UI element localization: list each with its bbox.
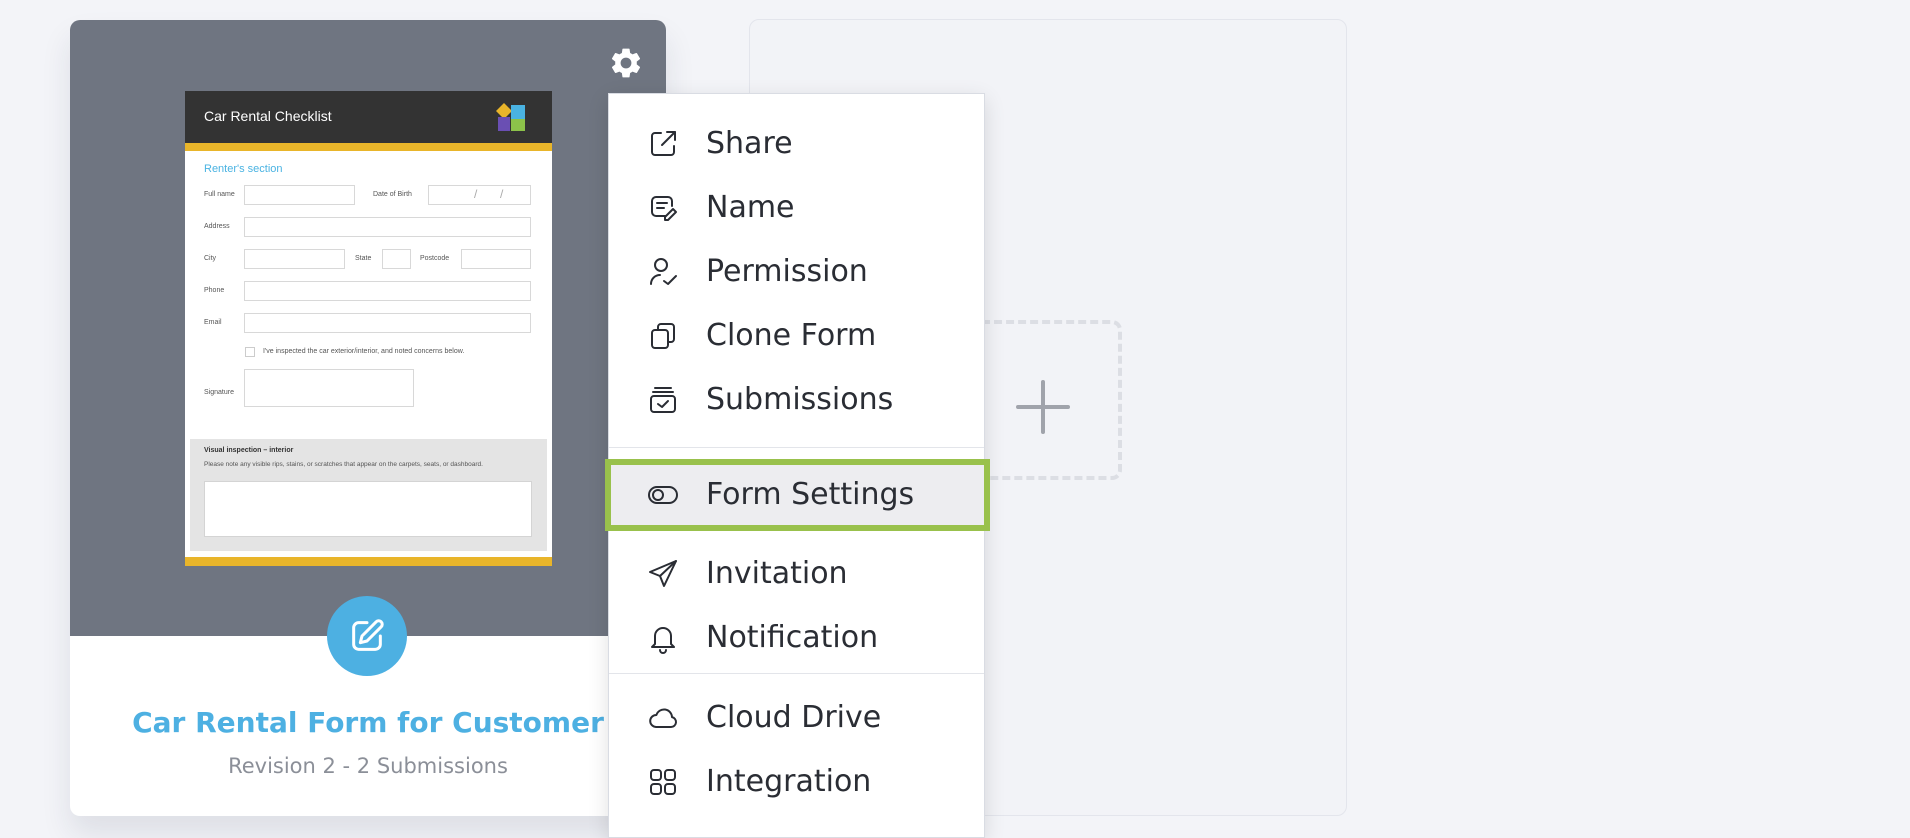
menu-item-label: Submissions xyxy=(706,382,894,417)
preview-label-postcode: Postcode xyxy=(420,255,450,262)
preview-row-address: Address xyxy=(185,209,552,241)
plus-icon[interactable] xyxy=(1016,380,1070,434)
preview-visual-inspection: Visual inspection – interior Please note… xyxy=(190,439,547,551)
preview-title: Car Rental Checklist xyxy=(204,108,332,124)
form-card-preview-area: Car Rental Checklist Renter's section Fu… xyxy=(70,20,666,636)
preview-section-title: Renter's section xyxy=(204,163,283,175)
preview-checkbox xyxy=(245,347,255,357)
menu-item-share[interactable]: Share xyxy=(609,112,984,176)
preview-label-phone: Phone xyxy=(204,287,225,294)
preview-label-signature: Signature xyxy=(204,389,234,396)
copy-icon xyxy=(651,323,675,349)
menu-item-cloud-drive[interactable]: Cloud Drive xyxy=(609,686,984,750)
menu-item-label: Cloud Drive xyxy=(706,700,882,735)
menu-item-label: Permission xyxy=(706,254,868,289)
preview-field-phone xyxy=(244,281,531,301)
form-preview-thumbnail[interactable]: Car Rental Checklist Renter's section Fu… xyxy=(185,91,552,566)
preview-logo-icon xyxy=(496,103,525,131)
preview-field-city xyxy=(244,249,345,269)
preview-label-address: Address xyxy=(204,223,230,230)
form-revision-info: Revision 2 - 2 Submissions xyxy=(228,754,508,778)
menu-item-label: Form Settings xyxy=(706,477,915,512)
edit-form-button[interactable] xyxy=(327,596,407,676)
form-card[interactable]: Car Rental Checklist Renter's section Fu… xyxy=(70,20,666,816)
preview-bottom-band xyxy=(185,557,552,566)
cloud-icon xyxy=(649,708,677,728)
menu-item-integration[interactable]: Integration xyxy=(609,750,984,814)
preview-label-email: Email xyxy=(204,319,222,326)
preview-row-checkbox: I've inspected the car exterior/interior… xyxy=(185,337,552,363)
preview-row-email: Email xyxy=(185,305,552,337)
menu-divider xyxy=(609,673,984,674)
preview-row-city: City State Postcode xyxy=(185,241,552,273)
user-check-icon xyxy=(650,258,677,285)
paper-plane-icon xyxy=(649,560,677,587)
preview-top-band xyxy=(185,143,552,151)
inbox-check-icon xyxy=(650,387,676,413)
form-title-link[interactable]: Car Rental Form for Customer xyxy=(70,706,666,739)
preview-field-email xyxy=(244,313,531,333)
preview-row-signature: Signature xyxy=(185,363,552,417)
preview-header: Car Rental Checklist xyxy=(185,91,552,143)
menu-item-form-settings[interactable]: Form Settings xyxy=(605,459,990,531)
form-dashboard: Car Rental Checklist Renter's section Fu… xyxy=(0,0,1910,838)
menu-item-clone-form[interactable]: Clone Form xyxy=(609,304,984,368)
preview-field-state xyxy=(382,249,411,269)
menu-item-label: Notification xyxy=(706,620,879,655)
preview-row-name: Full name Date of Birth / / xyxy=(185,177,552,209)
menu-item-permission[interactable]: Permission xyxy=(609,240,984,304)
preview-field-signature xyxy=(244,369,414,407)
menu-item-invitation[interactable]: Invitation xyxy=(609,542,984,606)
preview-label-dob: Date of Birth xyxy=(373,191,412,198)
gear-icon xyxy=(611,48,641,78)
edit-icon xyxy=(352,619,384,651)
preview-dob-slash: / xyxy=(474,187,478,201)
preview-visual-text: Please note any visible rips, stains, or… xyxy=(204,461,483,468)
menu-item-notification[interactable]: Notification xyxy=(609,606,984,670)
rename-icon xyxy=(651,196,677,221)
preview-visual-field xyxy=(204,481,532,537)
menu-item-name[interactable]: Name xyxy=(609,176,984,240)
preview-checkbox-text: I've inspected the car exterior/interior… xyxy=(263,348,465,355)
bell-icon xyxy=(651,627,675,654)
toggle-icon xyxy=(648,486,678,504)
preview-row-phone: Phone xyxy=(185,273,552,305)
menu-item-label: Integration xyxy=(706,764,872,799)
apps-grid-icon xyxy=(650,769,676,795)
preview-label-state: State xyxy=(355,255,372,262)
preview-dob-slash: / xyxy=(500,187,504,201)
preview-field-address xyxy=(244,217,531,237)
menu-item-label: Share xyxy=(706,126,793,161)
preview-label-full-name: Full name xyxy=(204,191,235,198)
preview-field-dob xyxy=(428,185,531,205)
form-settings-menu: Share Name Permission Clone Form Submiss… xyxy=(605,93,990,838)
preview-visual-title: Visual inspection – interior xyxy=(204,447,294,454)
preview-label-city: City xyxy=(204,255,217,262)
preview-field-postcode xyxy=(461,249,531,269)
form-settings-gear-button[interactable] xyxy=(604,41,648,85)
share-icon xyxy=(651,131,676,156)
menu-item-submissions[interactable]: Submissions xyxy=(609,368,984,432)
menu-divider xyxy=(609,447,984,448)
menu-item-label: Invitation xyxy=(706,556,848,591)
menu-item-label: Clone Form xyxy=(706,318,877,353)
menu-item-label: Name xyxy=(706,190,795,225)
preview-field-full-name xyxy=(244,185,355,205)
